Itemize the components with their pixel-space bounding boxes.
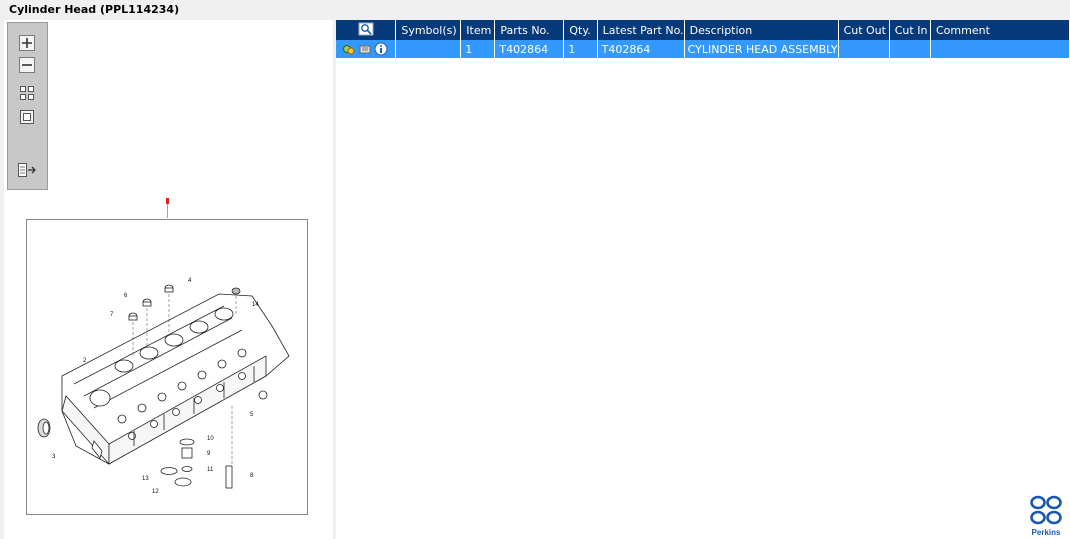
column-header-comment[interactable]: Comment (930, 20, 1070, 40)
zoom-in-icon (19, 35, 35, 51)
zoom-out-icon (19, 57, 35, 73)
column-header-latest-part-no[interactable]: Latest Part No. (597, 20, 685, 40)
column-header-icons[interactable] (336, 20, 397, 40)
toggle-panel-button[interactable] (16, 160, 38, 180)
cell-latest-part-no: T402864 (597, 40, 685, 58)
brand-name: Perkins (1031, 528, 1061, 537)
zoom-out-button[interactable] (16, 55, 38, 75)
fit-all-button[interactable] (16, 83, 38, 103)
column-header-parts-no[interactable]: Parts No. (494, 20, 565, 40)
cell-comment (930, 40, 1070, 58)
table-header-row: Symbol(s) Item Parts No. Qty. Latest Par… (336, 20, 1070, 40)
cell-cut-out (838, 40, 890, 58)
cell-parts-no: T402864 (494, 40, 565, 58)
cell-symbols (395, 40, 462, 58)
cell-description: CYLINDER HEAD ASSEMBLY (684, 40, 839, 58)
zoom-toolbar (7, 22, 48, 190)
cell-cut-in (889, 40, 932, 58)
column-header-symbols[interactable]: Symbol(s) (395, 20, 462, 40)
cell-qty: 1 (563, 40, 598, 58)
window-title: Cylinder Head (PPL114234) (9, 3, 180, 16)
svg-text:10: 10 (207, 436, 214, 442)
svg-text:14: 14 (252, 302, 259, 308)
perkins-logo: Perkins (1026, 495, 1066, 537)
drawing-pane[interactable]: 2 3 4 5 6 7 8 9 10 11 12 13 14 (4, 20, 333, 539)
info-icon[interactable] (374, 42, 388, 56)
cell-item: 1 (460, 40, 496, 58)
row-icons-cell (336, 40, 397, 58)
column-header-qty[interactable]: Qty. (563, 20, 598, 40)
actual-size-icon (20, 110, 34, 124)
kit-list-icon[interactable] (359, 43, 371, 56)
svg-text:12: 12 (152, 489, 159, 495)
svg-text:11: 11 (207, 467, 214, 473)
search-list-icon (358, 22, 374, 35)
hotspot-marker[interactable] (166, 198, 169, 204)
parts-link-icon[interactable] (342, 43, 356, 56)
parts-list-pane: Symbol(s) Item Parts No. Qty. Latest Par… (336, 20, 1070, 539)
actual-size-button[interactable] (16, 107, 38, 127)
zoom-in-button[interactable] (16, 33, 38, 53)
column-header-item[interactable]: Item (460, 20, 496, 40)
table-row[interactable]: 1 T402864 1 T402864 CYLINDER HEAD ASSEMB… (336, 40, 1070, 58)
column-header-cut-out[interactable]: Cut Out (838, 20, 890, 40)
perkins-logo-mark (1030, 495, 1062, 525)
exploded-parts-diagram[interactable]: 2 3 4 5 6 7 8 9 10 11 12 13 14 (4, 196, 333, 539)
column-header-description[interactable]: Description (684, 20, 839, 40)
parts-table: Symbol(s) Item Parts No. Qty. Latest Par… (336, 20, 1070, 58)
toggle-panel-icon (18, 163, 36, 177)
window-title-bar: Cylinder Head (PPL114234) (0, 0, 1070, 20)
column-header-cut-in[interactable]: Cut In (889, 20, 932, 40)
svg-text:13: 13 (142, 476, 149, 482)
fit-all-icon (20, 86, 34, 100)
